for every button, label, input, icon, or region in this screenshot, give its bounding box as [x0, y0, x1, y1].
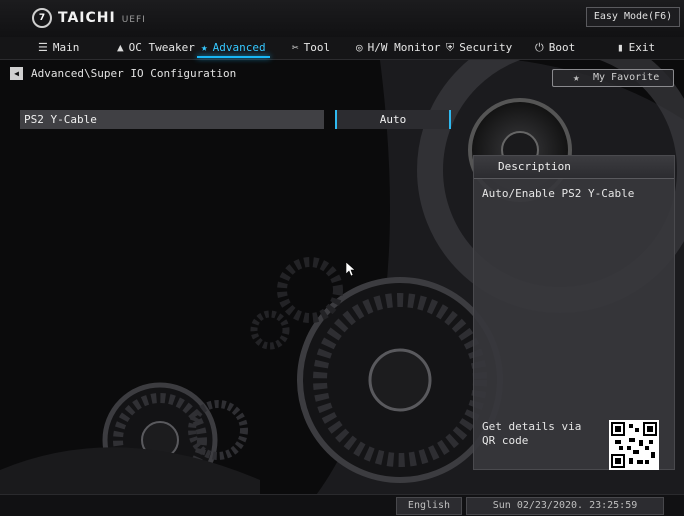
brand-logo: 7 TAICHI UEFI [32, 8, 146, 28]
tab-exit[interactable]: ▮ Exit [617, 37, 655, 59]
tab-tool-label: Tool [303, 41, 331, 54]
tab-security-label: Security [459, 41, 513, 54]
qr-code-icon[interactable] [609, 420, 659, 470]
description-header: Description [474, 156, 674, 179]
tab-main[interactable]: ☰ Main [38, 37, 79, 59]
tab-oc-tweaker[interactable]: ▲ OC Tweaker [117, 37, 195, 59]
setting-value-select[interactable]: Auto [335, 110, 451, 129]
breadcrumb-path: Advanced\Super IO Configuration [31, 67, 237, 80]
tab-advanced[interactable]: ★ Advanced [197, 37, 270, 59]
rocket-icon: ▲ [117, 41, 124, 54]
shield-icon: ⛨ [446, 41, 455, 54]
description-text: Auto/Enable PS2 Y-Cable [482, 187, 635, 200]
my-favorite-label: My Favorite [593, 72, 660, 83]
tab-tool[interactable]: ✂ Tool [292, 37, 330, 59]
description-panel: Description Auto/Enable PS2 Y-Cable Get … [473, 155, 675, 470]
tab-advanced-label: Advanced [212, 41, 266, 54]
star-icon: ★ [201, 41, 208, 54]
tab-main-label: Main [52, 41, 80, 54]
list-icon: ☰ [38, 41, 48, 54]
tool-icon: ✂ [292, 41, 299, 54]
main-nav: ☰ Main ▲ OC Tweaker ★ Advanced ✂ Tool ◎ H/W M… [0, 37, 684, 60]
setting-row-ps2-y-cable[interactable]: PS2 Y-Cable [20, 110, 324, 129]
tab-boot[interactable]: ⏻ Boot [535, 37, 575, 59]
easy-mode-button[interactable]: Easy Mode(F6) [586, 7, 680, 27]
tab-hw-monitor[interactable]: ◎ H/W Monitor [356, 37, 440, 59]
brand-sub: UEFI [121, 14, 146, 25]
exit-icon: ▮ [617, 41, 624, 54]
setting-label: PS2 Y-Cable [24, 113, 97, 126]
back-button[interactable]: ◀ [10, 67, 23, 80]
tab-oc-tweaker-label: OC Tweaker [128, 41, 195, 54]
tab-boot-label: Boot [548, 41, 576, 54]
tab-exit-label: Exit [628, 41, 656, 54]
monitor-icon: ◎ [356, 41, 363, 54]
brand-name: TAICHI [58, 10, 116, 26]
tab-hw-monitor-label: H/W Monitor [367, 41, 441, 54]
power-icon: ⏻ [535, 41, 544, 54]
taichi-logo-icon: 7 [32, 8, 52, 28]
tab-security[interactable]: ⛨ Security [446, 37, 512, 59]
breadcrumb: ◀ Advanced\Super IO Configuration [10, 67, 236, 80]
language-button[interactable]: English [396, 497, 462, 515]
top-bar: 7 TAICHI UEFI Easy Mode(F6) [0, 0, 684, 38]
qr-label: Get details via QR code [482, 420, 582, 447]
star-icon: ★ [573, 71, 580, 84]
description-title: Description [498, 160, 571, 173]
my-favorite-button[interactable]: ★ My Favorite [552, 69, 674, 87]
datetime-display: Sun 02/23/2020. 23:25:59 [466, 497, 664, 515]
mouse-cursor-icon [346, 262, 356, 276]
